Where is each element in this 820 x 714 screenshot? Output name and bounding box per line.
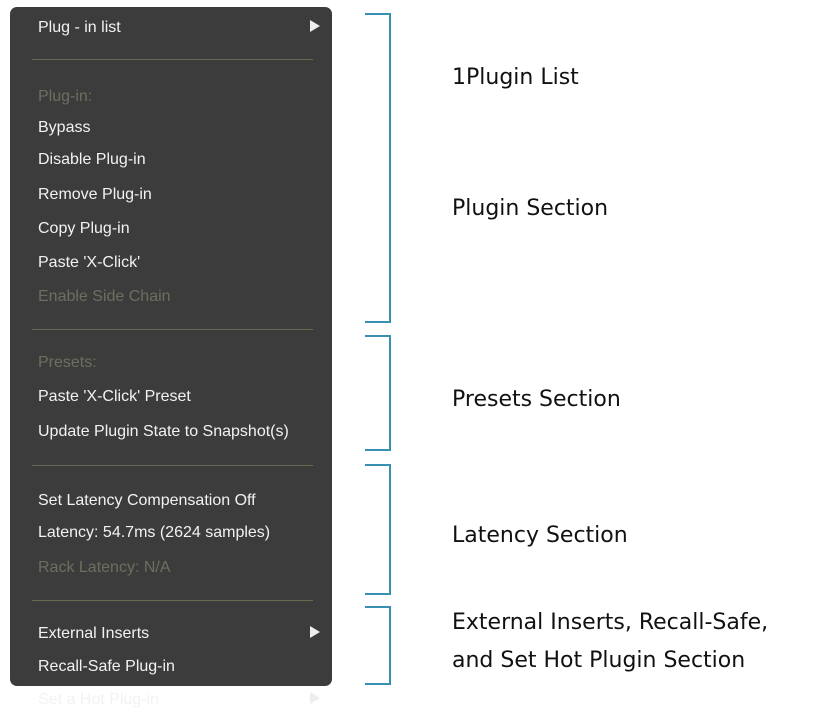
annotation-external-line2: and Set Hot Plugin Section	[452, 648, 746, 673]
annotation-presets-section: Presets Section	[452, 387, 621, 412]
bracket-latency	[365, 464, 391, 595]
annotation-latency-section: Latency Section	[452, 523, 628, 548]
annotation-plugin-section: Plugin Section	[452, 196, 609, 221]
bracket-external	[365, 606, 391, 685]
annotation-plugin-list: 1Plugin List	[452, 65, 579, 90]
bracket-plugin	[365, 13, 391, 323]
bracket-presets	[365, 335, 391, 451]
annotation-external-line1: External Inserts, Recall-Safe,	[452, 610, 769, 635]
